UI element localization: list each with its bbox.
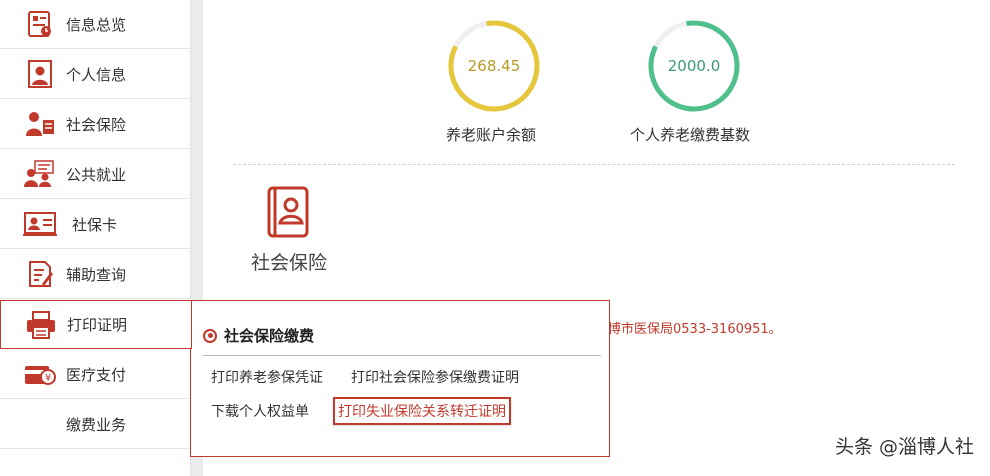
sidebar-item-personal-info[interactable]: 个人信息 xyxy=(0,50,190,99)
pension-base-value: 2000.0 xyxy=(667,57,721,75)
print-pension-voucher-link[interactable]: 打印养老参保凭证 xyxy=(211,367,323,387)
sidebar-item-employment[interactable]: 公共就业 xyxy=(0,150,190,199)
id-card-icon xyxy=(22,206,58,242)
sidebar-item-label: 社会保险 xyxy=(66,115,127,134)
sidebar-item-social-insurance[interactable]: 社会保险 xyxy=(0,100,190,149)
watermark: 头条 @淄博人社 xyxy=(834,436,974,458)
sidebar-item-label: 公共就业 xyxy=(66,165,127,184)
print-proof-dropdown: 社会保险缴费 打印养老参保凭证 打印社会保险参保缴费证明 下载个人权益单 打印失… xyxy=(190,300,610,457)
sidebar-item-print-proof[interactable]: 打印证明 xyxy=(0,300,192,349)
sidebar-item-label: 缴费业务 xyxy=(66,415,127,434)
download-rights-statement-link[interactable]: 下载个人权益单 xyxy=(211,401,309,421)
sidebar-item-label: 社保卡 xyxy=(72,215,118,234)
pension-balance-value: 268.45 xyxy=(467,57,521,75)
divider xyxy=(233,164,955,165)
print-unemployment-transfer-link[interactable]: 打印失业保险关系转迁证明 xyxy=(333,397,511,425)
pension-base-label: 个人养老缴费基数 xyxy=(630,126,751,144)
section-title[interactable]: 社会保险 xyxy=(251,248,327,275)
sidebar-item-label: 信息总览 xyxy=(66,15,127,34)
print-payment-certificate-link[interactable]: 打印社会保险参保缴费证明 xyxy=(351,367,519,387)
social-insurance-book-icon[interactable] xyxy=(265,186,311,242)
sidebar-item-label: 打印证明 xyxy=(67,316,128,334)
sidebar-item-ss-card[interactable]: 社保卡 xyxy=(0,200,190,249)
people-insurance-icon xyxy=(22,106,58,142)
popup-divider xyxy=(203,355,601,356)
sidebar-item-label: 辅助查询 xyxy=(66,265,127,284)
overview-icon xyxy=(22,6,58,42)
sidebar-item-label: 个人信息 xyxy=(66,65,127,84)
sidebar-item-query[interactable]: 辅助查询 xyxy=(0,250,190,299)
employment-icon xyxy=(22,156,58,192)
radio-selected-icon xyxy=(203,328,217,343)
printer-icon xyxy=(23,307,59,343)
sidebar: 信息总览 个人信息 社会保险 公共就业 社保卡 辅助查询 打印证明 ¥ 医疗支付… xyxy=(0,0,192,476)
svg-text:¥: ¥ xyxy=(45,373,51,384)
sidebar-item-overview[interactable]: 信息总览 xyxy=(0,0,190,49)
medical-payment-icon: ¥ xyxy=(22,356,58,392)
pension-balance-gauge: 268.45 xyxy=(446,18,542,114)
notice-text: 博市医保局0533-3160951。 xyxy=(608,322,782,337)
sidebar-item-label: 医疗支付 xyxy=(66,365,127,384)
query-doc-icon xyxy=(22,256,58,292)
popup-header: 社会保险缴费 xyxy=(203,325,314,346)
sidebar-item-medical-payment[interactable]: ¥ 医疗支付 xyxy=(0,350,190,399)
pension-base-gauge: 2000.0 xyxy=(646,18,742,114)
popup-title: 社会保险缴费 xyxy=(224,327,315,345)
pension-balance-label: 养老账户余额 xyxy=(446,126,537,144)
sidebar-item-fee-business[interactable]: 缴费业务 xyxy=(0,400,190,449)
person-card-icon xyxy=(22,56,58,92)
